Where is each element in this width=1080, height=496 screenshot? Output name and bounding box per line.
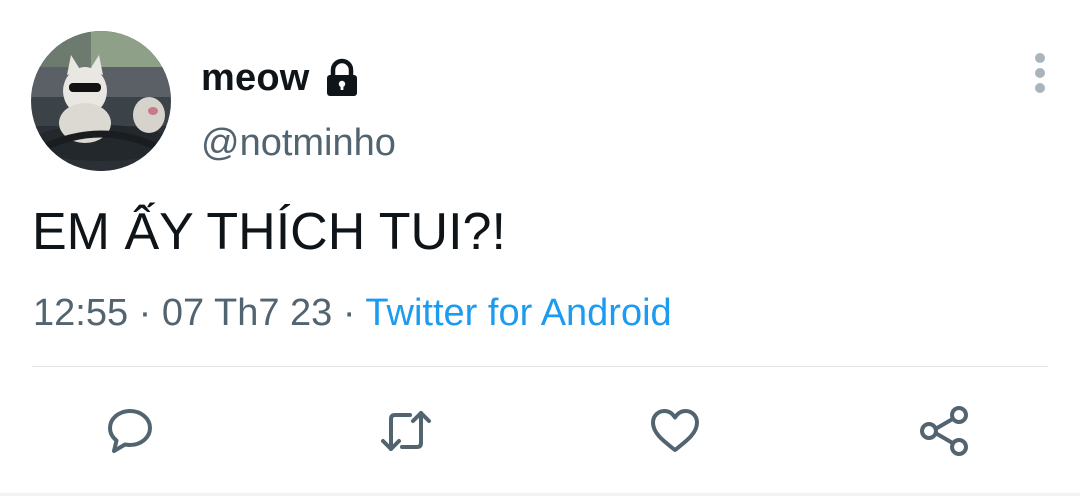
tweet-detail: meow @notminho EM ẤY THÍCH TUI?! 12:55 ·… xyxy=(0,0,1080,496)
tweet-metadata: 12:55 · 07 Th7 23 · Twitter for Android xyxy=(33,292,672,335)
meta-separator: · xyxy=(138,292,162,334)
avatar[interactable] xyxy=(31,31,171,171)
tweet-time: 12:55 xyxy=(33,292,129,334)
like-button[interactable] xyxy=(647,403,703,459)
avatar-image xyxy=(31,31,171,171)
reply-button[interactable] xyxy=(102,403,158,459)
tweet-date: 07 Th7 23 xyxy=(161,292,333,334)
divider xyxy=(32,366,1048,367)
reply-icon xyxy=(108,409,152,453)
display-name-row: meow xyxy=(201,52,360,104)
display-name[interactable]: meow xyxy=(201,57,310,100)
tweet-source-link[interactable]: Twitter for Android xyxy=(365,292,671,334)
retweet-icon xyxy=(381,411,431,451)
meta-separator: · xyxy=(342,292,366,334)
more-vertical-icon[interactable] xyxy=(1022,48,1058,98)
share-icon xyxy=(920,406,968,456)
user-handle[interactable]: @notminho xyxy=(201,122,396,165)
tweet-text: EM ẤY THÍCH TUI?! xyxy=(32,203,506,261)
heart-icon xyxy=(651,409,699,452)
retweet-button[interactable] xyxy=(378,403,434,459)
share-button[interactable] xyxy=(917,403,973,459)
lock-icon xyxy=(324,58,360,98)
